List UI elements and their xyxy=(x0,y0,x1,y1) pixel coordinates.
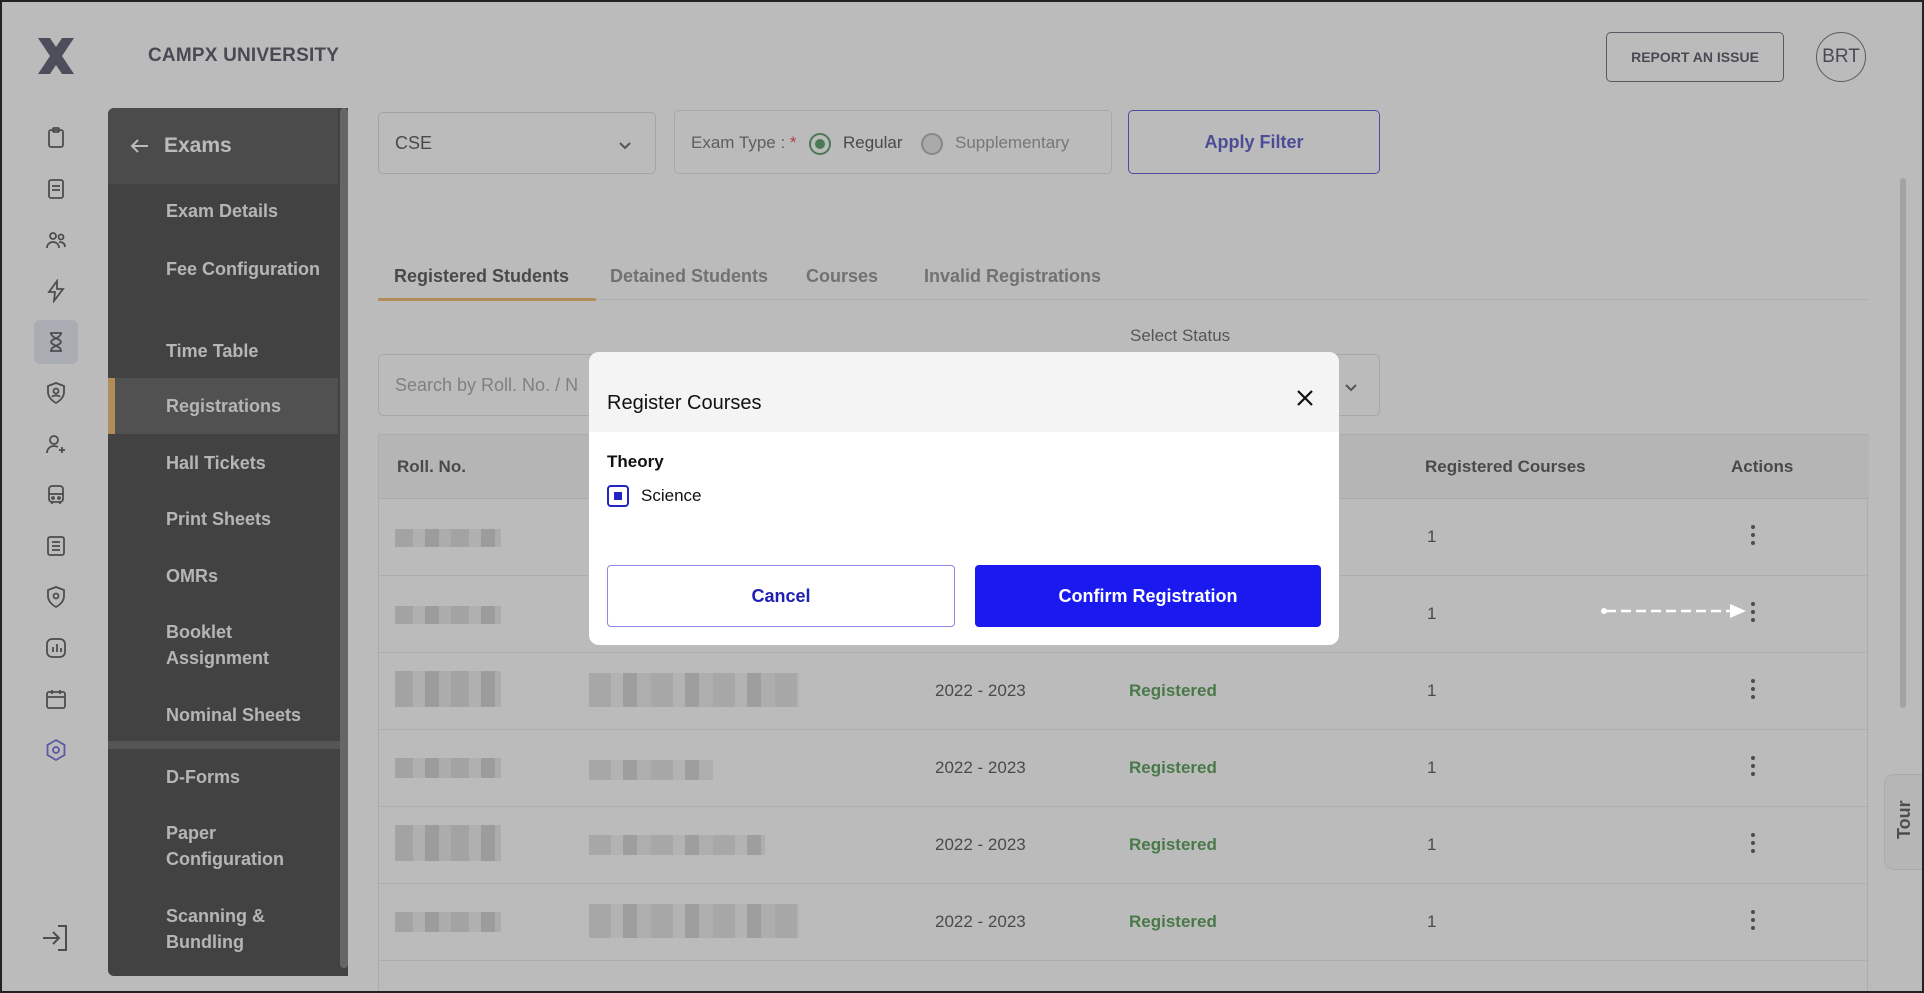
cancel-button[interactable]: Cancel xyxy=(607,565,955,627)
dialog-title: Register Courses xyxy=(607,392,762,414)
dialog-header: Register Courses xyxy=(589,352,1339,432)
theory-section-label: Theory xyxy=(607,452,664,471)
app-frame: CAMPX UNIVERSITY REPORT AN ISSUE BRT xyxy=(0,0,1924,993)
science-label[interactable]: Science xyxy=(641,486,701,506)
confirm-registration-button[interactable]: Confirm Registration xyxy=(975,565,1321,627)
dashed-arrow-pointer-icon xyxy=(1601,604,1746,618)
close-icon[interactable] xyxy=(1295,388,1315,408)
register-courses-dialog: Register Courses Theory Science Cancel C… xyxy=(589,352,1339,645)
science-checkbox[interactable] xyxy=(607,485,629,507)
